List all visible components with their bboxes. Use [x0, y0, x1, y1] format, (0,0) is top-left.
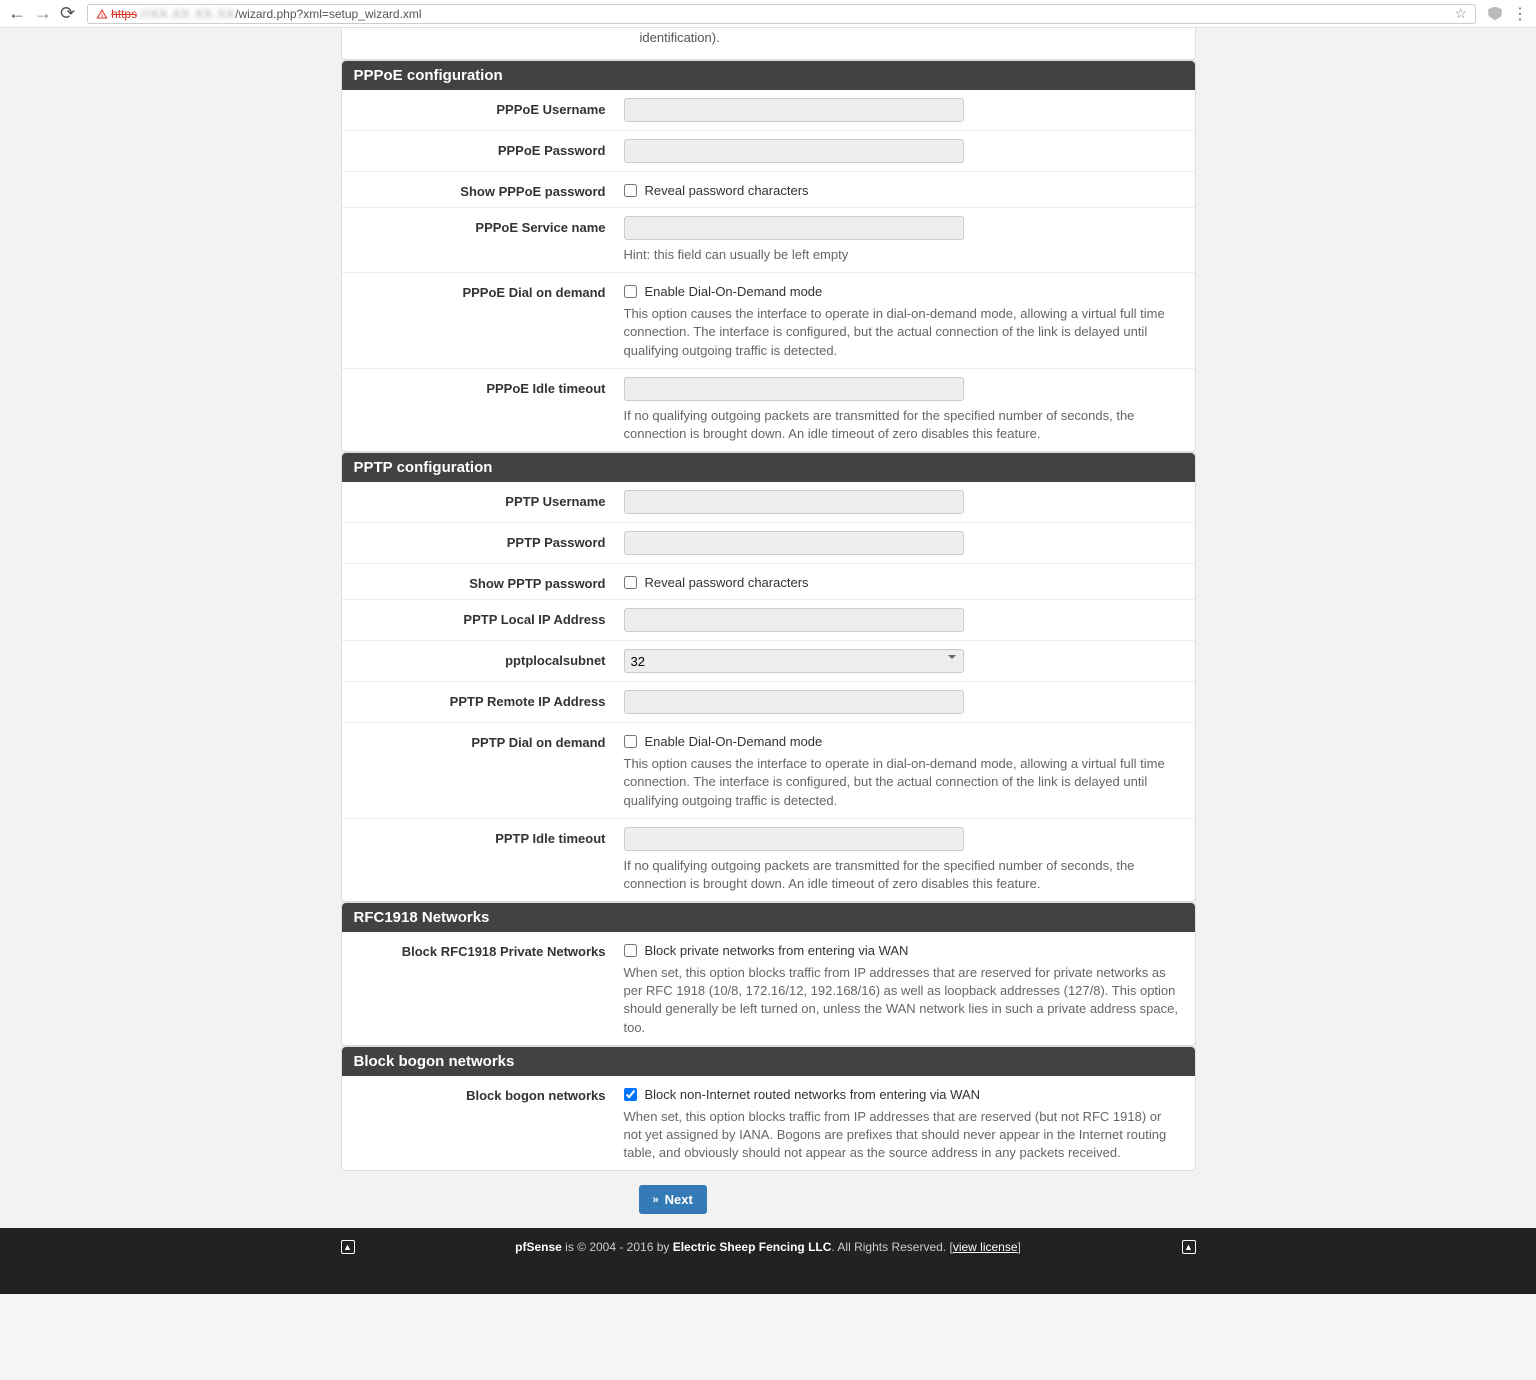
input-pppoe-service[interactable]: [624, 216, 964, 240]
row-pppoe-idle: PPPoE Idle timeout If no qualifying outg…: [342, 369, 1195, 451]
row-pptp-show-password: Show PPTP password Reveal password chara…: [342, 564, 1195, 600]
input-pptp-idle[interactable]: [624, 827, 964, 851]
input-pppoe-password[interactable]: [624, 139, 964, 163]
label-pptp-username: PPTP Username: [342, 490, 624, 509]
help-pppoe-service: Hint: this field can usually be left emp…: [624, 246, 1179, 264]
label-pppoe-password: PPPoE Password: [342, 139, 624, 158]
label-pppoe-service: PPPoE Service name: [342, 216, 624, 235]
input-pptp-username[interactable]: [624, 490, 964, 514]
row-pptp-subnet: pptplocalsubnet 32: [342, 641, 1195, 682]
checkbox-pptp-dial[interactable]: [624, 735, 637, 748]
checkbox-pptp-show-password[interactable]: [624, 576, 637, 589]
row-pptp-localip: PPTP Local IP Address: [342, 600, 1195, 641]
forward-button: →: [34, 3, 52, 24]
row-pppoe-show-password: Show PPPoE password Reveal password char…: [342, 172, 1195, 208]
checkbox-label-pptp-show-password: Reveal password characters: [645, 575, 809, 590]
truncated-help-text: identification).: [342, 30, 1195, 49]
panel-pppoe: PPPoE configuration PPPoE Username PPPoE…: [341, 60, 1196, 452]
url-path: /wizard.php?xml=setup_wizard.xml: [235, 7, 421, 21]
input-pppoe-idle[interactable]: [624, 377, 964, 401]
bookmark-icon[interactable]: ☆: [1454, 5, 1467, 22]
url-host: ://XX.XX.XX.XX: [137, 7, 235, 21]
row-bogon: Block bogon networks Block non-Internet …: [342, 1076, 1195, 1171]
action-row: » Next: [341, 1171, 1196, 1228]
row-pppoe-service: PPPoE Service name Hint: this field can …: [342, 208, 1195, 273]
browser-chrome: ← → ⟳ https ://XX.XX.XX.XX /wizard.php?x…: [0, 0, 1536, 28]
row-rfc1918: Block RFC1918 Private Networks Block pri…: [342, 932, 1195, 1045]
row-pptp-username: PPTP Username: [342, 482, 1195, 523]
panel-title-rfc1918: RFC1918 Networks: [342, 903, 1195, 932]
checkbox-label-pppoe-show-password: Reveal password characters: [645, 183, 809, 198]
checkbox-label-pppoe-dial: Enable Dial-On-Demand mode: [645, 284, 823, 299]
panel-title-pppoe: PPPoE configuration: [342, 61, 1195, 90]
label-pptp-password: PPTP Password: [342, 531, 624, 550]
footer-text: pfSense is © 2004 - 2016 by Electric She…: [355, 1240, 1182, 1254]
checkbox-rfc1918[interactable]: [624, 944, 637, 957]
reload-button[interactable]: ⟳: [60, 3, 75, 24]
footer: ▲ pfSense is © 2004 - 2016 by Electric S…: [0, 1228, 1536, 1294]
label-pppoe-show-password: Show PPPoE password: [342, 180, 624, 199]
help-pppoe-idle: If no qualifying outgoing packets are tr…: [624, 407, 1179, 443]
panel-truncated-top: identification).: [341, 28, 1196, 60]
help-pppoe-dial: This option causes the interface to oper…: [624, 305, 1179, 360]
row-pppoe-username: PPPoE Username: [342, 90, 1195, 131]
next-icon: »: [653, 1194, 659, 1206]
insecure-warning-icon: [96, 8, 108, 20]
panel-rfc1918: RFC1918 Networks Block RFC1918 Private N…: [341, 902, 1196, 1046]
input-pppoe-username[interactable]: [624, 98, 964, 122]
footer-collapse-left-icon[interactable]: ▲: [341, 1240, 355, 1254]
back-button[interactable]: ←: [8, 3, 26, 24]
checkbox-label-pptp-dial: Enable Dial-On-Demand mode: [645, 734, 823, 749]
row-pptp-password: PPTP Password: [342, 523, 1195, 564]
input-pptp-localip[interactable]: [624, 608, 964, 632]
help-rfc1918: When set, this option blocks traffic fro…: [624, 964, 1179, 1037]
help-bogon: When set, this option blocks traffic fro…: [624, 1108, 1179, 1163]
label-rfc1918: Block RFC1918 Private Networks: [342, 940, 624, 959]
row-pptp-remoteip: PPTP Remote IP Address: [342, 682, 1195, 723]
row-pptp-dial: PPTP Dial on demand Enable Dial-On-Deman…: [342, 723, 1195, 819]
label-pptp-dial: PPTP Dial on demand: [342, 731, 624, 750]
nav-controls: ← → ⟳: [8, 3, 75, 24]
label-pppoe-dial: PPPoE Dial on demand: [342, 281, 624, 300]
footer-brand: pfSense: [515, 1240, 562, 1254]
next-button-label: Next: [665, 1192, 693, 1207]
label-pptp-show-password: Show PPTP password: [342, 572, 624, 591]
next-button[interactable]: » Next: [639, 1185, 707, 1214]
panel-pptp: PPTP configuration PPTP Username PPTP Pa…: [341, 452, 1196, 902]
label-pptp-remoteip: PPTP Remote IP Address: [342, 690, 624, 709]
help-pptp-idle: If no qualifying outgoing packets are tr…: [624, 857, 1179, 893]
panel-title-bogon: Block bogon networks: [342, 1047, 1195, 1076]
row-pptp-idle: PPTP Idle timeout If no qualifying outgo…: [342, 819, 1195, 901]
label-pptp-idle: PPTP Idle timeout: [342, 827, 624, 846]
address-bar[interactable]: https ://XX.XX.XX.XX /wizard.php?xml=set…: [87, 4, 1476, 24]
shield-icon[interactable]: [1488, 7, 1502, 21]
checkbox-label-rfc1918: Block private networks from entering via…: [645, 943, 909, 958]
label-pppoe-username: PPPoE Username: [342, 98, 624, 117]
row-pppoe-dial: PPPoE Dial on demand Enable Dial-On-Dema…: [342, 273, 1195, 369]
checkbox-label-bogon: Block non-Internet routed networks from …: [645, 1087, 981, 1102]
label-pptp-subnet: pptplocalsubnet: [342, 649, 624, 668]
label-bogon: Block bogon networks: [342, 1084, 624, 1103]
menu-icon[interactable]: ⋮: [1512, 4, 1528, 24]
help-pptp-dial: This option causes the interface to oper…: [624, 755, 1179, 810]
checkbox-bogon[interactable]: [624, 1088, 637, 1101]
input-pptp-remoteip[interactable]: [624, 690, 964, 714]
chrome-right-controls: ⋮: [1488, 4, 1528, 24]
row-pppoe-password: PPPoE Password: [342, 131, 1195, 172]
select-pptp-subnet[interactable]: 32: [624, 649, 964, 673]
panel-bogon: Block bogon networks Block bogon network…: [341, 1046, 1196, 1172]
checkbox-pppoe-show-password[interactable]: [624, 184, 637, 197]
input-pptp-password[interactable]: [624, 531, 964, 555]
checkbox-pppoe-dial[interactable]: [624, 285, 637, 298]
panel-title-pptp: PPTP configuration: [342, 453, 1195, 482]
footer-company: Electric Sheep Fencing LLC: [673, 1240, 832, 1254]
label-pppoe-idle: PPPoE Idle timeout: [342, 377, 624, 396]
label-pptp-localip: PPTP Local IP Address: [342, 608, 624, 627]
footer-collapse-right-icon[interactable]: ▲: [1182, 1240, 1196, 1254]
footer-license-link[interactable]: view license: [953, 1240, 1018, 1254]
url-scheme: https: [111, 7, 137, 21]
